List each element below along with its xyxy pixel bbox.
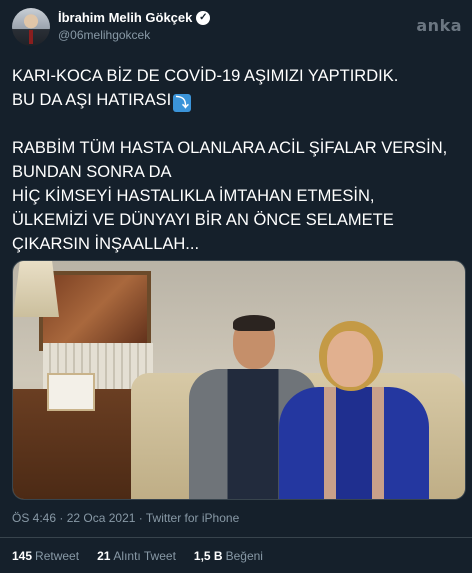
tweet-line: BU DA AŞI HATIRASI ⤵ — [12, 88, 464, 112]
tweet-stats: 145 Retweet 21 Alıntı Tweet 1,5 B Beğeni — [12, 549, 263, 563]
user-name[interactable]: İbrahim Melih Gökçek — [58, 10, 192, 25]
user-handle[interactable]: @06melihgokcek — [58, 28, 150, 42]
likes-label: Beğeni — [225, 549, 263, 563]
quotes-stat[interactable]: 21 Alıntı Tweet — [97, 549, 176, 563]
woman-head — [327, 331, 373, 387]
woman-figure — [279, 321, 429, 499]
tweet-line-text: BU DA AŞI HATIRASI — [12, 91, 172, 109]
tweet-date[interactable]: 22 Oca 2021 — [67, 511, 136, 525]
man-hair — [233, 315, 275, 331]
tweet-header: İbrahim Melih Gökçek ✓ @06melihgokcek — [12, 8, 460, 48]
woman-body — [279, 387, 429, 499]
tweet-line: BUNDAN SONRA DA — [12, 163, 172, 181]
tweet-line: ÜLKEMİZİ VE DÜNYAYI BİR AN ÖNCE SELAMETE — [12, 211, 394, 229]
photo-frame — [47, 373, 95, 411]
quotes-count: 21 — [97, 549, 111, 563]
meta-separator: · — [135, 511, 146, 525]
tweet-source[interactable]: Twitter for iPhone — [146, 511, 239, 525]
avatar-tie — [29, 30, 33, 44]
watermark-logo: anka — [416, 16, 462, 35]
tweet-time[interactable]: ÖS 4:46 — [12, 511, 56, 525]
divider — [0, 537, 472, 538]
tweet-line: KARI-KOCA BİZ DE COVİD-19 AŞIMIZI YAPTIR… — [12, 67, 399, 85]
arrow-down-right-icon: ⤵ — [173, 94, 192, 112]
quotes-label: Alıntı Tweet — [113, 549, 176, 563]
tweet-text: KARI-KOCA BİZ DE COVİD-19 AŞIMIZI YAPTIR… — [12, 64, 464, 256]
retweets-stat[interactable]: 145 Retweet — [12, 549, 79, 563]
meta-separator: · — [56, 511, 67, 525]
avatar[interactable] — [12, 8, 50, 46]
tweet-photo[interactable] — [12, 260, 466, 500]
tweet-line: HİÇ KİMSEYİ HASTALIKLA İMTAHAN ETMESİN, — [12, 187, 375, 205]
verified-badge-icon: ✓ — [196, 10, 211, 25]
tweet-line: RABBİM TÜM HASTA OLANLARA ACİL ŞİFALAR V… — [12, 139, 448, 157]
tweet-meta: ÖS 4:46 · 22 Oca 2021 · Twitter for iPho… — [12, 511, 239, 525]
likes-count: 1,5 B — [193, 549, 223, 563]
name-row: İbrahim Melih Gökçek ✓ — [58, 10, 211, 25]
tweet-line: ÇIKARSIN İNŞAALLAH... — [12, 235, 200, 253]
likes-stat[interactable]: 1,5 B Beğeni — [194, 549, 263, 563]
lamp — [13, 261, 59, 317]
retweets-label: Retweet — [35, 549, 80, 563]
retweets-count: 145 — [12, 549, 33, 563]
